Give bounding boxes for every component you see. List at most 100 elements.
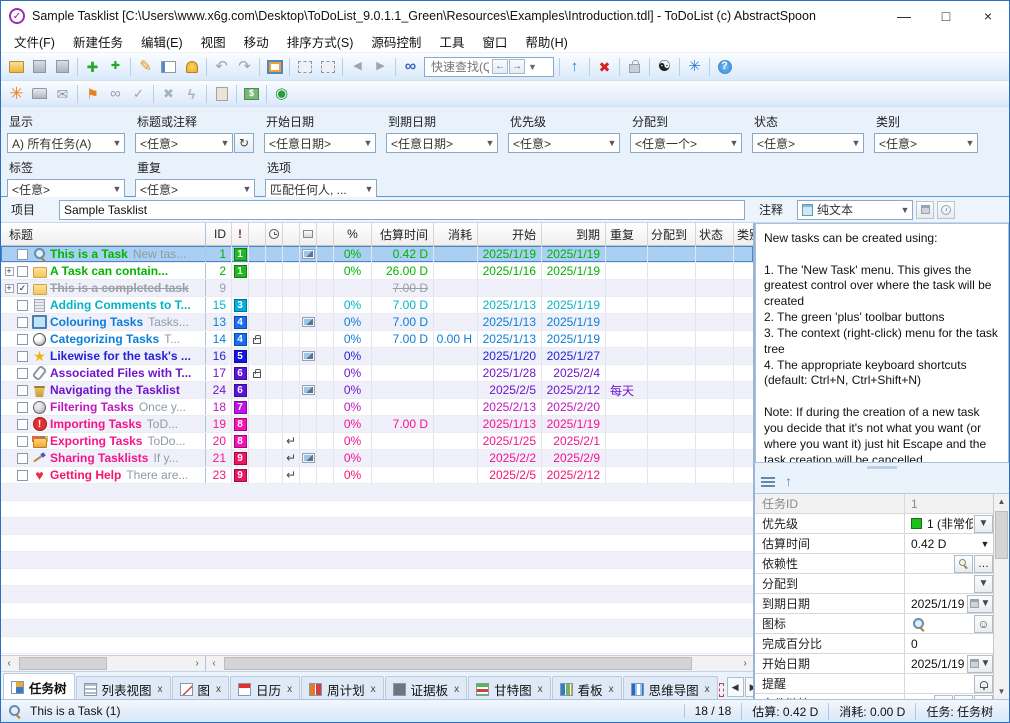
task-checkbox[interactable]: [17, 402, 28, 413]
maximize-comments-icon[interactable]: [316, 56, 339, 78]
quick-find-box[interactable]: ←→▼: [424, 57, 554, 77]
task-row[interactable]: Adding Comments to T...1530%7.00 D2025/1…: [1, 297, 753, 314]
menu-item-9[interactable]: 帮助(H): [516, 32, 576, 51]
find-tasks-icon[interactable]: [399, 56, 422, 78]
project-title-input[interactable]: [59, 200, 745, 220]
menu-item-2[interactable]: 编辑(E): [132, 32, 192, 51]
attribute-row-percent-done[interactable]: 完成百分比0: [755, 634, 993, 654]
print-icon[interactable]: [28, 83, 51, 105]
column-header-repeat[interactable]: 重复: [606, 223, 648, 245]
task-checkbox[interactable]: [17, 317, 28, 328]
task-checkbox[interactable]: [17, 266, 28, 277]
scroll-up-icon[interactable]: ▲: [994, 494, 1009, 509]
maximize-button[interactable]: □: [925, 1, 967, 31]
dropdown-button[interactable]: ▼: [974, 575, 993, 593]
donate-icon[interactable]: [240, 83, 263, 105]
new-task-icon[interactable]: [81, 56, 104, 78]
tab-evidence-board[interactable]: 证据板: [385, 676, 468, 701]
scroll-thumb[interactable]: [224, 657, 692, 670]
column-header-file[interactable]: [300, 223, 317, 245]
task-checkbox[interactable]: [17, 453, 28, 464]
columns-hscrollbar[interactable]: ‹ ›: [206, 656, 753, 671]
attribute-row-assigned-to[interactable]: 分配到▼: [755, 574, 993, 594]
task-row[interactable]: Importing TasksToD...1980%7.00 D2025/1/1…: [1, 416, 753, 433]
icon-picker-button[interactable]: [974, 615, 993, 633]
menu-item-8[interactable]: 窗口: [473, 32, 516, 51]
help-icon[interactable]: [713, 56, 736, 78]
send-email-icon[interactable]: [51, 83, 74, 105]
column-header-recur[interactable]: [283, 223, 300, 245]
scroll-left-icon[interactable]: ‹: [1, 656, 17, 671]
tab-close-icon[interactable]: [287, 684, 292, 695]
menu-item-1[interactable]: 新建任务: [64, 32, 132, 51]
filter-options-combo[interactable]: 匹配任何人, ...▼: [265, 179, 377, 199]
menu-item-5[interactable]: 排序方式(S): [278, 32, 363, 51]
task-checkbox[interactable]: [17, 436, 28, 447]
scroll-thumb[interactable]: [995, 511, 1008, 559]
attach-link-icon[interactable]: [104, 83, 127, 105]
filter-due-date-combo[interactable]: <任意日期>▼: [386, 133, 498, 153]
tab-scroll-left-icon[interactable]: ◀: [727, 677, 744, 697]
insert-date-button[interactable]: [916, 201, 934, 219]
undo-icon[interactable]: [210, 56, 233, 78]
save-tasklist-icon[interactable]: [28, 56, 51, 78]
save-all-icon[interactable]: [51, 56, 74, 78]
task-checkbox[interactable]: [17, 249, 28, 260]
expand-icon[interactable]: +: [5, 267, 14, 276]
spoon-wizard-icon[interactable]: [5, 83, 28, 105]
task-row[interactable]: Colouring TasksTasks...1340%7.00 D2025/1…: [1, 314, 753, 331]
filter-priority-combo[interactable]: <任意>▼: [508, 133, 620, 153]
open-tasklist-icon[interactable]: [5, 56, 28, 78]
delete-task-icon[interactable]: [593, 56, 616, 78]
attribute-vscrollbar[interactable]: ▲ ▼: [994, 494, 1009, 699]
column-header-spent[interactable]: 消耗: [434, 223, 478, 245]
tab-close-icon[interactable]: [705, 684, 710, 695]
edit-title-icon[interactable]: [134, 56, 157, 78]
task-row[interactable]: Navigating the Tasklist2460%2025/2/52025…: [1, 382, 753, 399]
attribute-row-time-estimate[interactable]: 估算时间0.42 D▼: [755, 534, 993, 554]
group-attributes-icon[interactable]: [761, 477, 775, 488]
column-header-pct[interactable]: %: [334, 223, 372, 245]
task-checkbox[interactable]: [17, 419, 28, 430]
filter-status-combo[interactable]: <任意>▼: [752, 133, 864, 153]
filter-show-combo[interactable]: A) 所有任务(A)▼: [7, 133, 125, 153]
attribute-row-reminder[interactable]: 提醒: [755, 674, 993, 694]
quickfind-prev-icon[interactable]: ←: [492, 59, 508, 74]
task-checkbox[interactable]: [17, 368, 28, 379]
set-reminder-icon[interactable]: [180, 56, 203, 78]
column-header-id[interactable]: ID: [206, 223, 232, 245]
tab-gantt[interactable]: 甘特图: [468, 676, 551, 701]
calendar-button[interactable]: ▼: [967, 655, 993, 673]
column-header-category[interactable]: 类别: [734, 223, 753, 245]
tab-task-tree[interactable]: 任务树: [3, 673, 75, 701]
quick-find-input[interactable]: [429, 59, 491, 75]
run-tool-icon[interactable]: [180, 83, 203, 105]
attribute-row-start-date[interactable]: 开始日期2025/1/19▼: [755, 654, 993, 674]
flag-task-icon[interactable]: [81, 83, 104, 105]
attribute-row-dependency[interactable]: 依赖性: [755, 554, 993, 574]
task-checkbox[interactable]: [17, 385, 28, 396]
menu-item-6[interactable]: 源码控制: [362, 32, 430, 51]
attribute-row-task-id[interactable]: 任务ID1: [755, 494, 993, 514]
attribute-row-priority[interactable]: 优先级1 (非常低)▼: [755, 514, 993, 534]
edit-attributes-icon[interactable]: [157, 56, 180, 78]
scroll-track[interactable]: [17, 656, 189, 671]
dependency-find-button[interactable]: [954, 555, 973, 573]
view-log-icon[interactable]: [210, 83, 233, 105]
tab-week-planner[interactable]: 周计划: [301, 676, 384, 701]
attribute-row-due-date[interactable]: 到期日期2025/1/19▼: [755, 594, 993, 614]
insert-time-button[interactable]: [937, 201, 955, 219]
cancel-icon[interactable]: [157, 83, 180, 105]
goto-prev-task-icon[interactable]: [346, 56, 369, 78]
filter-refresh-button[interactable]: ↻: [234, 133, 254, 153]
sort-tasks-icon[interactable]: [563, 56, 586, 78]
task-checkbox[interactable]: [17, 351, 28, 362]
maximize-mixed-icon[interactable]: [293, 56, 316, 78]
task-row[interactable]: Exporting TasksToDo...2080%2025/1/252025…: [1, 433, 753, 450]
close-button[interactable]: ×: [967, 1, 1009, 31]
sort-attributes-icon[interactable]: [785, 473, 792, 491]
column-header-assigned[interactable]: 分配到: [648, 223, 696, 245]
menu-item-0[interactable]: 文件(F): [5, 32, 64, 51]
tab-chart[interactable]: 图: [172, 676, 230, 701]
task-row[interactable]: Getting HelpThere are...2390%2025/2/5202…: [1, 467, 753, 484]
